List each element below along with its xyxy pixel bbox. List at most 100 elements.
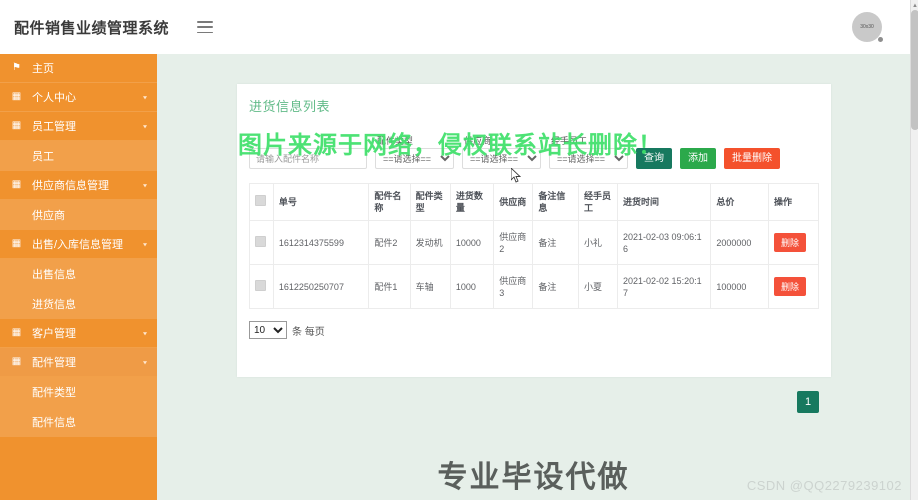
row-checkbox-cell[interactable] <box>249 220 274 266</box>
sidebar: ⚑ 主页 ▦ 个人中心 ▾ ▦ 员工管理 ▾ 员工 ▦ 供应商信息管理 ▾ 供应商 ▦ 出售/入库信息管理 ▾… <box>0 54 157 500</box>
delete-button[interactable]: 删除 <box>773 233 806 253</box>
select-all-checkbox-cell[interactable] <box>249 182 274 222</box>
purchase-list-card: 进货信息列表 配件类型 ==请选择== 供应商 ==请选择 <box>237 84 831 413</box>
hamburger-icon[interactable] <box>197 21 214 33</box>
table-row: 1612314375599 配件2 发动机 10000 供应商2 备注 小礼 2021-02-… <box>249 220 820 266</box>
chevron-down-icon[interactable]: ▾ <box>143 358 147 365</box>
cell-quantity: 1000 <box>449 264 495 310</box>
sidebar-subitem[interactable]: 进货信息 <box>0 289 157 319</box>
sidebar-subitem-label: 供应商 <box>32 210 65 222</box>
sidebar-item[interactable]: ⚑ 主页 <box>0 54 157 82</box>
sidebar-subitem-label: 进货信息 <box>32 299 76 311</box>
chevron-down-icon[interactable]: ▾ <box>143 329 147 336</box>
filter-part-type-label: 配件类型 <box>377 136 414 146</box>
chevron-down-icon[interactable]: ▾ <box>143 122 147 129</box>
select-all-checkbox[interactable] <box>255 195 266 207</box>
cell-time: 2021-02-03 09:06:16 <box>617 220 712 266</box>
column-header: 经手员工 <box>577 182 619 222</box>
cell-quantity: 10000 <box>449 220 495 266</box>
part-type-select[interactable]: ==请选择== <box>375 148 454 169</box>
vertical-scrollbar[interactable]: ▲ <box>910 0 918 500</box>
grid-icon: ▦ <box>11 91 22 102</box>
add-button[interactable]: 添加 <box>680 148 716 169</box>
staff-select[interactable]: ==请选择== <box>549 148 628 169</box>
avatar[interactable]: 30x30 <box>852 12 883 42</box>
sidebar-item[interactable]: ▦ 个人中心 ▾ <box>0 83 157 111</box>
table-body: 1612314375599 配件2 发动机 10000 供应商2 备注 小礼 2021-02-… <box>249 220 820 310</box>
cell-staff: 小礼 <box>577 220 619 266</box>
avatar-wrapper[interactable]: 30x30 <box>852 12 883 42</box>
sidebar-subitem[interactable]: 配件类型 <box>0 377 157 407</box>
sidebar-subitem-label: 配件信息 <box>32 417 76 429</box>
top-header-bar: 配件销售业绩管理系统 30x30 <box>0 0 910 54</box>
content-inner: 进货信息列表 配件类型 ==请选择== 供应商 ==请选择 <box>175 54 892 500</box>
query-button[interactable]: 查询 <box>636 148 672 169</box>
cell-part-name: 配件1 <box>368 264 411 310</box>
column-header: 单号 <box>272 182 370 222</box>
scrollbar-thumb[interactable] <box>911 10 918 130</box>
sidebar-item[interactable]: ▦ 员工管理 ▾ <box>0 112 157 140</box>
column-header: 配件名称 <box>368 182 411 222</box>
page-title: 进货信息列表 <box>249 99 331 114</box>
column-header: 进货数量 <box>449 182 495 222</box>
content-area: 进货信息列表 配件类型 ==请选择== 供应商 ==请选择 <box>157 54 910 500</box>
cell-staff: 小夏 <box>577 264 619 310</box>
cell-action: 删除 <box>767 264 820 310</box>
filter-supplier: 供应商 ==请选择== <box>462 136 541 169</box>
sidebar-item[interactable]: ▦ 客户管理 ▾ <box>0 319 157 347</box>
cell-part-type: 车轴 <box>409 264 451 310</box>
grid-icon: ▦ <box>11 179 22 190</box>
cell-part-name: 配件2 <box>368 220 411 266</box>
filter-staff: 经手员工 ==请选择== <box>549 136 628 169</box>
app-title: 配件销售业绩管理系统 <box>14 19 170 37</box>
sidebar-item[interactable]: ▦ 配件管理 ▾ <box>0 348 157 376</box>
sidebar-item[interactable]: ▦ 供应商信息管理 ▾ <box>0 171 157 199</box>
grid-icon: ▦ <box>11 356 22 367</box>
row-checkbox[interactable] <box>255 235 266 247</box>
cell-action: 删除 <box>767 220 820 266</box>
chevron-down-icon[interactable]: ▾ <box>143 240 147 247</box>
row-checkbox[interactable] <box>255 279 266 291</box>
sidebar-item-label: 员工管理 <box>32 121 76 133</box>
page-size-label: 条 每页 <box>292 326 325 338</box>
promo-text: 专业毕设代做 <box>437 461 630 494</box>
sidebar-subitem[interactable]: 员工 <box>0 141 157 171</box>
sidebar-subitem-label: 员工 <box>32 151 54 163</box>
sidebar-item-label: 客户管理 <box>32 328 76 340</box>
chevron-down-icon[interactable]: ▾ <box>143 93 147 100</box>
column-header: 供应商 <box>493 182 534 222</box>
column-header: 配件类型 <box>409 182 451 222</box>
cell-total: 2000000 <box>710 220 769 266</box>
delete-button[interactable]: 删除 <box>773 277 806 297</box>
scroll-up-arrow-icon[interactable]: ▲ <box>911 1 918 10</box>
page-size-select[interactable]: 10 <box>249 321 287 340</box>
sidebar-subitem-label: 配件类型 <box>32 387 76 399</box>
sidebar-item-label: 出售/入库信息管理 <box>32 239 124 251</box>
sidebar-subitem[interactable]: 出售信息 <box>0 259 157 289</box>
page-number-button[interactable]: 1 <box>797 391 819 413</box>
sidebar-subitem[interactable]: 供应商 <box>0 200 157 230</box>
column-header: 总价 <box>710 182 769 222</box>
table-row: 1612250250707 配件1 车轴 1000 供应商3 备注 小夏 2021-02-02… <box>249 264 820 310</box>
purchase-table: 单号 配件名称 配件类型 进货数量 供应商 备注信息 经手员工 进货时间 总价 操作 161231… <box>249 182 820 310</box>
bulk-delete-button[interactable]: 批量删除 <box>724 148 780 169</box>
status-dot-icon <box>878 37 883 42</box>
cell-time: 2021-02-02 15:20:17 <box>617 264 712 310</box>
supplier-select[interactable]: ==请选择== <box>462 148 541 169</box>
filter-part-type: 配件类型 ==请选择== <box>375 136 454 169</box>
sidebar-item-label: 供应商信息管理 <box>32 180 109 192</box>
avatar-placeholder-text: 30x30 <box>860 24 874 30</box>
grid-icon: ▦ <box>11 238 22 249</box>
app-window: 配件销售业绩管理系统 30x30 ⚑ 主页 ▦ 个人中心 ▾ ▦ 员工管理 ▾ 员工 ▦ 供应商信息… <box>0 0 918 500</box>
cell-supplier: 供应商2 <box>493 220 534 266</box>
sidebar-item-label: 个人中心 <box>32 92 76 104</box>
table-header-row: 单号 配件名称 配件类型 进货数量 供应商 备注信息 经手员工 进货时间 总价 操作 <box>249 182 820 222</box>
cell-total: 100000 <box>710 264 769 310</box>
sidebar-item[interactable]: ▦ 出售/入库信息管理 ▾ <box>0 230 157 258</box>
search-input[interactable] <box>249 148 367 169</box>
chevron-down-icon[interactable]: ▾ <box>143 181 147 188</box>
row-checkbox-cell[interactable] <box>249 264 274 310</box>
column-header: 操作 <box>767 182 820 222</box>
sidebar-subitem[interactable]: 配件信息 <box>0 407 157 437</box>
grid-icon: ▦ <box>11 327 22 338</box>
